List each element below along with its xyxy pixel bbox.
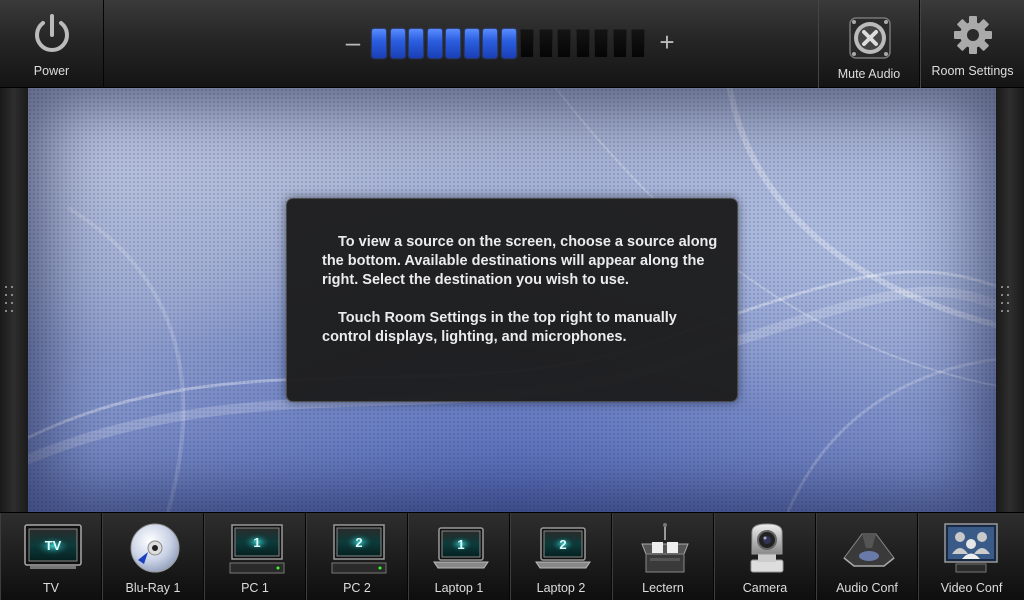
source-label: Video Conf: [940, 581, 1003, 595]
volume-segment-active: [483, 29, 497, 58]
conference-phone-icon: [843, 533, 895, 567]
power-button[interactable]: Power: [0, 0, 104, 88]
source-bar: TV TV Blu-Ray 1 1 PC 1 2 PC 2 1 Laptop 1…: [0, 512, 1024, 600]
source-label: Blu-Ray 1: [125, 581, 181, 595]
grip-dots-icon: [1001, 286, 1011, 314]
volume-segment-active: [427, 29, 442, 58]
volume-segment-inactive: [594, 29, 608, 58]
volume-up-button[interactable]: +: [655, 26, 679, 58]
svg-text:2: 2: [559, 537, 566, 552]
source-label: PC 1: [241, 581, 269, 595]
source-bluray-1-button[interactable]: Blu-Ray 1: [102, 513, 204, 600]
power-label: Power: [33, 64, 70, 78]
svg-text:1: 1: [253, 535, 260, 550]
volume-segment-inactive: [538, 29, 553, 58]
source-label: Lectern: [642, 581, 684, 595]
source-pc-2-button[interactable]: 2 PC 2: [306, 513, 408, 600]
source-pc-1-button[interactable]: 1 PC 1: [204, 513, 306, 600]
source-label: Laptop 2: [536, 581, 586, 595]
pc-monitor-icon: 2: [331, 524, 387, 574]
source-laptop-1-button[interactable]: 1 Laptop 1: [408, 513, 510, 600]
volume-segment-inactive: [520, 29, 534, 58]
volume-segment-inactive: [557, 29, 571, 58]
mute-speaker-icon: [849, 17, 891, 59]
volume-segment-inactive: [612, 29, 627, 58]
source-laptop-2-button[interactable]: 2 Laptop 2: [510, 513, 612, 600]
volume-down-button[interactable]: –: [342, 26, 364, 58]
volume-segment-active: [372, 29, 386, 58]
source-tv-button[interactable]: TV TV: [0, 513, 102, 600]
source-label: Camera: [742, 581, 788, 595]
top-bar: Power – + Mute Audio Room Settings: [0, 0, 1024, 88]
mute-audio-label: Mute Audio: [837, 67, 901, 81]
source-label: Audio Conf: [836, 581, 898, 595]
gear-icon: [954, 16, 992, 54]
main-area: To view a source on the screen, choose a…: [0, 88, 1024, 512]
instructions-panel: To view a source on the screen, choose a…: [286, 198, 738, 402]
volume-segment-active: [390, 29, 405, 58]
svg-text:2: 2: [355, 535, 362, 550]
pc-monitor-icon: 1: [229, 524, 285, 574]
instructions-paragraph-2: Touch Room Settings in the top right to …: [322, 310, 677, 345]
source-camera-button[interactable]: Camera: [714, 513, 816, 600]
volume-segment-active: [464, 29, 479, 58]
source-audio-conf-button[interactable]: Audio Conf: [816, 513, 918, 600]
laptop-icon: 1: [433, 527, 489, 569]
power-icon: [35, 14, 69, 52]
laptop-icon: 2: [535, 527, 591, 569]
grip-dots-icon: [5, 286, 15, 314]
source-video-conf-button[interactable]: Video Conf: [918, 513, 1024, 600]
room-settings-label: Room Settings: [931, 64, 1014, 78]
instructions-paragraph-1: To view a source on the screen, choose a…: [322, 234, 718, 288]
volume-segment-active: [446, 29, 460, 58]
volume-segment-inactive: [575, 29, 590, 58]
source-label: Laptop 1: [434, 581, 484, 595]
volume-level-bar[interactable]: [372, 29, 650, 59]
volume-segment-active: [409, 29, 423, 58]
source-label: PC 2: [343, 581, 371, 595]
bluray-disc-icon: [130, 523, 180, 573]
room-settings-button[interactable]: Room Settings: [920, 0, 1024, 88]
right-drawer-handle[interactable]: [996, 88, 1024, 512]
volume-segment-inactive: [631, 29, 645, 58]
lectern-icon: [641, 523, 689, 573]
source-label: TV: [43, 581, 59, 595]
background-wallpaper: To view a source on the screen, choose a…: [28, 88, 996, 512]
volume-segment-active: [501, 29, 516, 58]
video-conference-icon: [944, 523, 998, 573]
tv-icon: TV: [24, 524, 82, 569]
camera-icon: [750, 523, 784, 573]
svg-text:TV: TV: [45, 538, 62, 553]
source-lectern-button[interactable]: Lectern: [612, 513, 714, 600]
svg-text:1: 1: [457, 537, 464, 552]
mute-audio-button[interactable]: Mute Audio: [818, 0, 920, 88]
left-drawer-handle[interactable]: [0, 88, 28, 512]
